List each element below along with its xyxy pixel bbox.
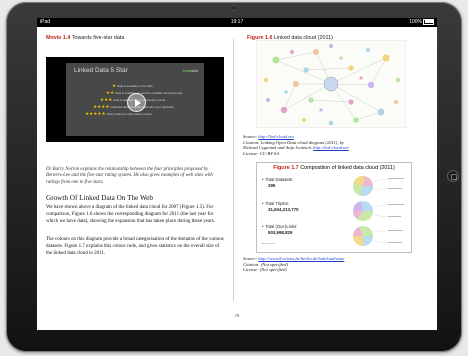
pie-triples [352, 201, 373, 221]
book-page: Movie 1.4 Towards five-star data Linked … [37, 27, 437, 330]
pie-datasets [353, 176, 373, 196]
ipad-device-frame: iPad 19:17 100% Movie 1.4 Towards five-s… [6, 2, 462, 352]
figure-1-7-fineprint: ▪ ▪ ▪ ▪ ▪ ▪ ▪ ▪ ▪ ▪ [262, 243, 276, 245]
stat-datasets-value: 295 [268, 183, 276, 188]
figure-1-7-title: Composition of linked data cloud (2011) [300, 165, 395, 171]
battery-icon [423, 18, 434, 25]
figure-1-6-citation: Citation: Linking Open Data cloud diagra… [243, 139, 344, 145]
battery-percent: 100% [409, 19, 422, 25]
play-icon[interactable] [127, 93, 146, 112]
figure-1-7-label: Figure 1.7 [273, 165, 299, 171]
figure-1-6-license: License: CC-BY-SA [243, 151, 280, 157]
ipad-screen: iPad 19:17 100% Movie 1.4 Towards five-s… [37, 18, 437, 330]
column-divider [233, 39, 234, 301]
figure-1-6-source-link[interactable]: http://lod-cloud.net [258, 134, 294, 139]
composition-pie-charts [352, 176, 404, 246]
star-row-1: ★Data is available on the Web [112, 83, 153, 88]
status-bar: iPad 19:17 100% [37, 18, 437, 27]
figure-1-7-license: License: (Not specified) [243, 267, 287, 273]
video-description: Dr Barry Norton explains the relationshi… [46, 167, 213, 185]
star-row-2: ★★Data is available as machine-readable … [106, 90, 183, 95]
movie-caption: Movie 1.4 Towards five-star data [46, 35, 124, 41]
stat-datasets-label: Total Datasets: [262, 177, 293, 182]
body-paragraph-2: The colours on this diagram provide a br… [46, 237, 224, 256]
slide-title: Linked Data 5 Star [74, 67, 128, 74]
pie-links [353, 226, 373, 246]
stat-triples-value: 31,634,213,770 [268, 207, 299, 212]
movie-title: Towards five-star data [71, 35, 125, 41]
section-heading: Growth Of Linked Data On The Web [46, 194, 153, 202]
figure-1-7-caption: Figure 1.7 Composition of linked data cl… [257, 163, 411, 171]
stat-links-label: Total (Out-)Links: [262, 224, 297, 229]
body-paragraph-1: We have shown above a diagram of the lin… [46, 205, 215, 224]
page-number: 19 [234, 313, 240, 318]
video-slide: Linked Data 5 Star eswdata ★Data is avai… [66, 63, 204, 136]
movie-label: Movie 1.4 [46, 35, 71, 41]
linked-data-cloud-image[interactable] [256, 40, 406, 128]
figure-1-7-source: Source: http://www4.wiwiss.fu-berlin.de/… [243, 256, 345, 273]
stat-links-value: 503,998,829 [268, 230, 293, 235]
star-row-5: ★★★★★Data is linked to other data provis… [85, 111, 152, 116]
video-player[interactable]: Linked Data 5 Star eswdata ★Data is avai… [46, 57, 224, 142]
figure-1-7-panel[interactable]: Figure 1.7 Composition of linked data cl… [256, 162, 412, 253]
slide-logo: eswdata [182, 68, 198, 73]
front-camera [232, 6, 236, 10]
figure-1-7-citation: Citation: (Not specified) [243, 261, 288, 267]
figure-1-7-source-link[interactable]: http://www4.wiwiss.fu-berlin.de/lodcloud… [258, 256, 344, 261]
stat-triples-label: Total Triples: [262, 201, 289, 206]
figure-1-6-citation-link[interactable]: http://lod-cloud.net [313, 145, 349, 150]
battery-indicator: 100% [409, 18, 434, 27]
figure-1-6-source: Source: http://lod-cloud.net Citation: L… [243, 134, 349, 157]
home-button[interactable] [447, 170, 459, 182]
status-time: 19:17 [230, 19, 244, 25]
